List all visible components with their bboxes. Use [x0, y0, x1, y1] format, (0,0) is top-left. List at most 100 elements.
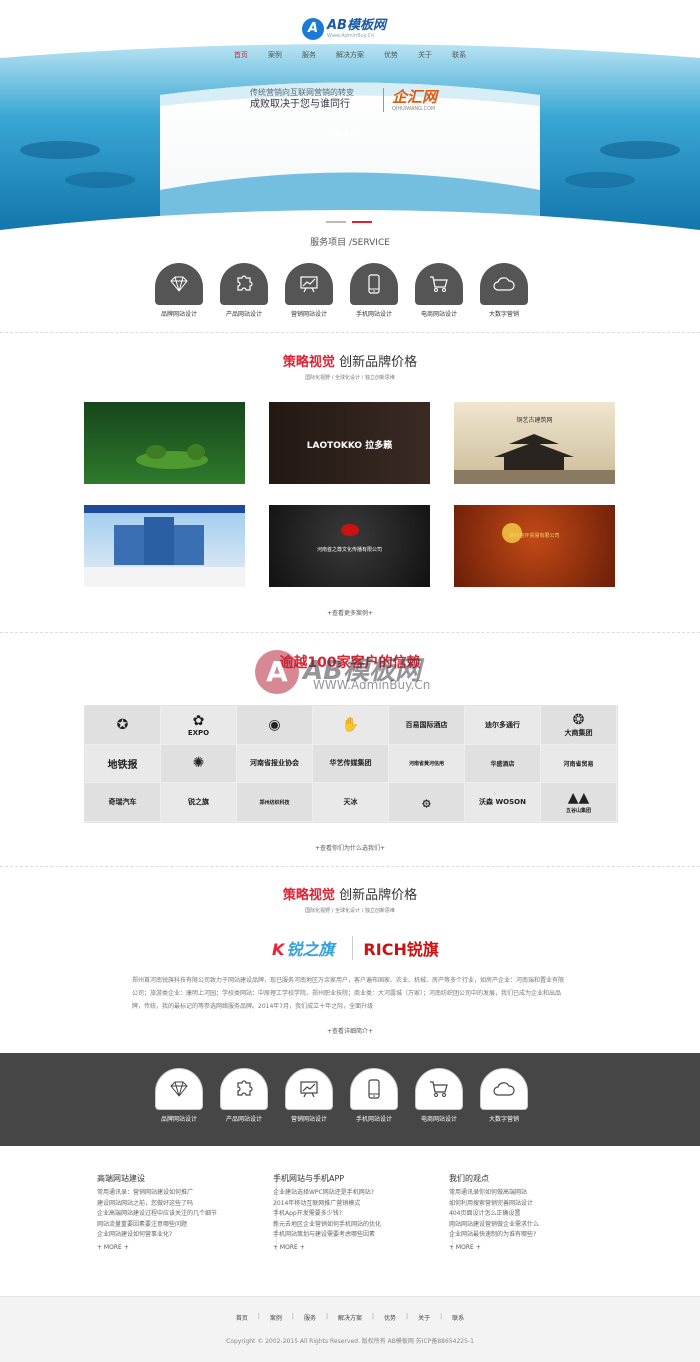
case-thumbnail[interactable]: 郑州金环贸易有限公司 — [454, 505, 615, 587]
footer-nav-advantages[interactable]: 优势 — [374, 1313, 406, 1322]
client-logo[interactable]: ▲▲ 五谷山集团 — [541, 783, 617, 822]
client-logo[interactable]: 河南省报业协会 — [237, 744, 313, 784]
footer-link[interactable]: 企业建站选择WPC网站还是手机网站? — [273, 1188, 452, 1199]
mobile-icon — [350, 1068, 398, 1110]
nav-item-solutions[interactable]: 解决方案 — [327, 50, 373, 60]
service-marketing-site[interactable]: 营销网站设计 — [285, 1068, 333, 1123]
client-logo[interactable]: 河南省黄河信用 — [389, 744, 465, 784]
footer-link[interactable]: 企业网站最快速制的为谁有哪些? — [449, 1230, 629, 1241]
case-thumbnail[interactable]: 河南首之尊文化传播有限公司 — [269, 505, 430, 587]
more-cases-link[interactable]: +查看更多案例+ — [0, 608, 700, 617]
about-text: 郑州首河南锐旗科技有限公司致力于网站建设品牌，现已服务河南地区万余家用户，客户遍… — [132, 977, 565, 1010]
service-label: 品牌网站设计 — [160, 1116, 197, 1123]
client-logo[interactable]: 郑州纺织科技 — [237, 783, 313, 822]
service-mobile-site[interactable]: 手机网站设计 — [350, 263, 398, 318]
client-logo[interactable]: 天冰 — [313, 783, 389, 822]
client-logo[interactable]: ✺ — [161, 744, 237, 784]
client-logo[interactable]: 华艺传媒集团 — [313, 744, 389, 784]
footer-link[interactable]: 手机App开发需要多少钱? — [273, 1209, 452, 1220]
footer-nav-about[interactable]: 关于 — [408, 1313, 440, 1322]
footer-link[interactable]: 企业网站建设如何营事业化? — [97, 1230, 276, 1241]
client-logo[interactable]: ❂ 大商集团 — [541, 706, 617, 745]
service-ecommerce-site[interactable]: 电商网站设计 — [415, 1068, 463, 1123]
footer-link[interactable]: 如何利用搜索营销完善网站设计 — [449, 1199, 629, 1210]
footer-link[interactable]: 企业高端网站建设过程中应该关注的几个细节 — [97, 1209, 276, 1220]
nav-item-contact[interactable]: 联系 — [443, 50, 475, 60]
partner-logo-ruizhiqi[interactable]: K 锐之旗 — [272, 936, 334, 960]
footer-link[interactable]: 404页面设计怎么正确设置 — [449, 1209, 629, 1220]
footer-link[interactable]: 网站流量重要因素要注意哪些问题 — [97, 1220, 276, 1231]
client-logo[interactable]: 沃森 WOSON — [465, 783, 541, 822]
service-brand-site[interactable]: 品牌网站设计 — [155, 1068, 203, 1123]
case-thumbnail[interactable]: 铜艺古建筑网 — [454, 402, 615, 484]
service-product-site[interactable]: 产品网站设计 — [220, 263, 268, 318]
case-thumbnail[interactable] — [84, 505, 245, 587]
footer-nav-contact[interactable]: 联系 — [442, 1313, 474, 1322]
banner-brand: 企汇网 QIHUIWANG.COM — [383, 88, 463, 112]
seal-icon: ۞ — [422, 794, 431, 811]
footer-link[interactable]: 手机网站策划与建设需要考虑哪些因素 — [273, 1230, 452, 1241]
client-logo[interactable]: 奇瑞汽车 — [85, 783, 161, 822]
nav-item-home[interactable]: 首页 — [225, 50, 257, 60]
service-digital-marketing[interactable]: 大数字营销 — [480, 263, 528, 318]
nav-item-cases[interactable]: 案例 — [259, 50, 291, 60]
chart-board-icon — [285, 263, 333, 305]
slider-dot[interactable] — [326, 221, 346, 223]
copyright: Copyright © 2002-2015 All Rights Reserve… — [226, 1338, 474, 1345]
footer-link[interactable]: 网站网站建设营销做企业需求什么 — [449, 1220, 629, 1231]
about-more-link[interactable]: +查看详细简介+ — [0, 1026, 700, 1035]
footer-nav-cases[interactable]: 案例 — [260, 1313, 292, 1322]
service-marketing-site[interactable]: 营销网站设计 — [285, 263, 333, 318]
case-thumbnail[interactable]: GOLF CLUB — [84, 402, 245, 484]
footer-link[interactable]: 常用通讯录：营销网站建设如何推广 — [97, 1188, 276, 1199]
footer-link[interactable]: 常用通讯录你如何做高端网站 — [449, 1188, 629, 1199]
client-logo[interactable]: 迪尔多通行 — [465, 706, 541, 745]
footer-more-link[interactable]: + MORE + — [273, 1244, 452, 1251]
circle-emblem-icon: ◉ — [268, 716, 281, 733]
nav-item-advantages[interactable]: 优势 — [375, 50, 407, 60]
services-row-dark: 品牌网站设计 产品网站设计 营销网站设计 手机网站设计 电商网站设计 大数字营销 — [155, 1068, 528, 1123]
service-brand-site[interactable]: 品牌网站设计 — [155, 263, 203, 318]
banner-brand-url: QIHUIWANG.COM — [392, 106, 436, 112]
service-digital-marketing[interactable]: 大数字营销 — [480, 1068, 528, 1123]
service-product-site[interactable]: 产品网站设计 — [220, 1068, 268, 1123]
client-logo[interactable]: 锐之旗 — [161, 783, 237, 822]
client-logo[interactable]: ✪ — [85, 706, 161, 745]
client-logo[interactable]: ✿ EXPO — [161, 706, 237, 745]
case-thumbnail[interactable]: LAOTOKKO 拉多籁 — [269, 402, 430, 484]
banner-caption: 传统营销向互联网营销的转变 成败取决于您与谁同行 2014 企汇网 QIHUIW… — [250, 88, 463, 141]
footer-more-link[interactable]: + MORE + — [449, 1244, 629, 1251]
hero-banner[interactable] — [0, 40, 700, 258]
footer-column-web: 高端网站建设 常用通讯录：营销网站建设如何推广 建设网站网站之前，您做好这些了吗… — [97, 1173, 277, 1251]
about-header: 策略视觉 创新品牌价格 国际化视野 / 全球化设计 / 独立创新思维 — [0, 884, 700, 914]
logo[interactable]: A AB模板网 Www.AdminBuy.Cn — [302, 18, 386, 40]
client-logo[interactable]: ۞ — [389, 783, 465, 822]
footer-link[interactable]: 建设网站网站之前，您做好这些了吗 — [97, 1199, 276, 1210]
service-mobile-site[interactable]: 手机网站设计 — [350, 1068, 398, 1123]
hand-icon: ✋ — [341, 716, 360, 733]
client-logo[interactable]: 河南省贸易 — [541, 744, 617, 784]
cases-title: 策略视觉 创新品牌价格 — [282, 355, 418, 370]
footer-more-link[interactable]: + MORE + — [97, 1244, 276, 1251]
service-label: 营销网站设计 — [290, 311, 327, 318]
footer-link[interactable]: 2014年移动互联网推广营销模式 — [273, 1199, 452, 1210]
partner-logo-rich[interactable]: RICH锐旗 — [352, 936, 439, 960]
footer-nav-home[interactable]: 首页 — [226, 1313, 258, 1322]
footer-link[interactable]: 新元去地区企业营销如何手机网站的优化 — [273, 1220, 452, 1231]
client-logo[interactable]: ◉ — [237, 706, 313, 745]
footer-nav-services[interactable]: 服务 — [294, 1313, 326, 1322]
service-ecommerce-site[interactable]: 电商网站设计 — [415, 263, 463, 318]
client-logo[interactable]: ✋ — [313, 706, 389, 745]
footer-column-title: 高端网站建设 — [97, 1174, 145, 1183]
nav-item-about[interactable]: 关于 — [409, 50, 441, 60]
client-logo[interactable]: 华盛酒店 — [465, 744, 541, 784]
cart-icon — [415, 263, 463, 305]
client-logo[interactable]: 地铁报 — [85, 744, 161, 784]
slider-dot-active[interactable] — [352, 221, 372, 223]
client-logo[interactable]: 百易国际酒店 — [389, 706, 465, 745]
puzzle-icon — [220, 263, 268, 305]
footer-nav-solutions[interactable]: 解决方案 — [328, 1313, 372, 1322]
why-us-link[interactable]: +查看你们为什么选我们+ — [0, 843, 700, 852]
nav-item-services[interactable]: 服务 — [293, 50, 325, 60]
puzzle-icon — [220, 1068, 268, 1110]
